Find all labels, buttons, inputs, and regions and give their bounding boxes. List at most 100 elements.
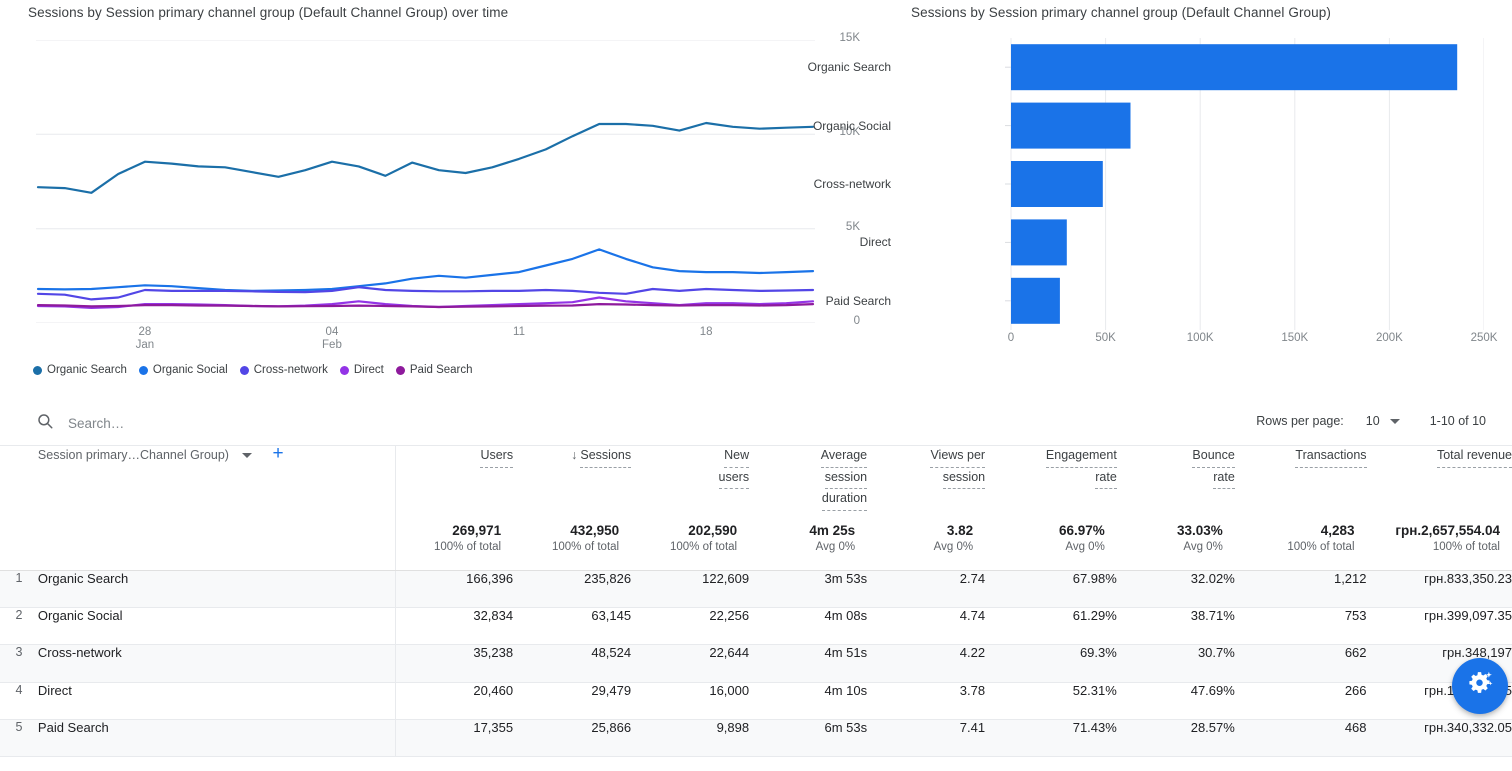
totals-cell: 3.82Avg 0%: [867, 523, 985, 570]
row-metric-value: 6m 53s: [749, 720, 867, 757]
row-metric-value: 4m 51s: [749, 645, 867, 682]
table-row[interactable]: 4Direct20,46029,47916,0004m 10s3.7852.31…: [0, 682, 1512, 719]
totals-cell: 269,971100% of total: [395, 523, 513, 570]
legend-label: Cross-network: [254, 364, 328, 376]
search-input[interactable]: [66, 415, 366, 432]
line-x-tick-label: 11: [489, 326, 549, 339]
line-chart-title: Sessions by Session primary channel grou…: [28, 5, 508, 20]
column-header-bounce-rate[interactable]: Bouncerate: [1117, 446, 1235, 523]
insights-fab-button[interactable]: [1452, 658, 1508, 714]
table-row[interactable]: 1Organic Search166,396235,826122,6093m 5…: [0, 570, 1512, 607]
dimension-selector[interactable]: Session primary…Channel Group): [38, 448, 252, 462]
totals-cell: 4,283100% of total: [1235, 523, 1367, 570]
bar-x-tick-label: 250K: [1454, 332, 1512, 344]
table-header-row: Session primary…Channel Group) + Users↓S…: [0, 446, 1512, 523]
row-metric-value: 9,898: [631, 720, 749, 757]
row-metric-value: 4m 10s: [749, 682, 867, 719]
column-header-average-session-duration[interactable]: Averagesessionduration: [749, 446, 867, 523]
totals-subtext: Avg 0%: [867, 538, 985, 556]
row-dimension-value[interactable]: Cross-network: [38, 645, 395, 682]
column-header-total-revenue[interactable]: Total revenue: [1367, 446, 1512, 523]
column-header-label: Bouncerate: [1192, 446, 1234, 489]
column-header-label: Newusers: [719, 446, 750, 489]
column-header-sessions[interactable]: ↓Sessions: [513, 446, 631, 523]
rows-per-page-label: Rows per page:: [1256, 414, 1344, 428]
legend-item[interactable]: Organic Search: [33, 364, 127, 376]
totals-value: грн.2,657,554.04: [1367, 523, 1512, 538]
table-row[interactable]: 3Cross-network35,23848,52422,6444m 51s4.…: [0, 645, 1512, 682]
totals-cell: грн.2,657,554.04100% of total: [1367, 523, 1512, 570]
totals-value: 4,283: [1235, 523, 1367, 538]
bar-x-tick-label: 50K: [1076, 332, 1136, 344]
search-box[interactable]: [36, 412, 366, 435]
row-metric-value: 16,000: [631, 682, 749, 719]
column-header-views-per-session[interactable]: Views persession: [867, 446, 985, 523]
totals-subtext: 100% of total: [1235, 538, 1367, 556]
row-metric-value: 753: [1235, 607, 1367, 644]
row-metric-value: 32,834: [395, 607, 513, 644]
row-metric-value: 61.29%: [985, 607, 1117, 644]
column-header-label: ↓Sessions: [571, 446, 631, 468]
row-metric-value: 235,826: [513, 570, 631, 607]
bar-chart-title: Sessions by Session primary channel grou…: [911, 5, 1331, 20]
row-metric-value: 22,256: [631, 607, 749, 644]
row-dimension-value[interactable]: Paid Search: [38, 720, 395, 757]
chevron-down-icon[interactable]: [242, 453, 252, 458]
rows-per-page-value[interactable]: 10: [1366, 414, 1380, 428]
line-x-tick-label: 28Jan: [115, 326, 175, 352]
legend-item[interactable]: Cross-network: [240, 364, 328, 376]
line-x-tick-label: 18: [676, 326, 736, 339]
table-row[interactable]: 2Organic Social32,83463,14522,2564m 08s4…: [0, 607, 1512, 644]
column-header-label: Views persession: [930, 446, 985, 489]
dimension-column-header: Session primary…Channel Group) +: [38, 446, 395, 523]
legend-item[interactable]: Direct: [340, 364, 384, 376]
column-header-label: Engagementrate: [1046, 446, 1117, 489]
column-header-new-users[interactable]: Newusers: [631, 446, 749, 523]
sessions-over-time-line-chart[interactable]: [36, 40, 815, 323]
bar-category-label: Organic Social: [701, 119, 901, 133]
column-header-users[interactable]: Users: [395, 446, 513, 523]
row-metric-value: 7.41: [867, 720, 985, 757]
legend-item[interactable]: Paid Search: [396, 364, 473, 376]
table-row[interactable]: 5Paid Search17,35525,8669,8986m 53s7.417…: [0, 720, 1512, 757]
row-metric-value: 28.57%: [1117, 720, 1235, 757]
totals-index-cell: [0, 523, 38, 570]
totals-value: 66.97%: [985, 523, 1117, 538]
row-dimension-value[interactable]: Direct: [38, 682, 395, 719]
bar-x-tick-label: 200K: [1359, 332, 1419, 344]
totals-value: 202,590: [631, 523, 749, 538]
totals-subtext: Avg 0%: [749, 538, 867, 556]
column-header-engagement-rate[interactable]: Engagementrate: [985, 446, 1117, 523]
column-header-transactions[interactable]: Transactions: [1235, 446, 1367, 523]
row-range-label: 1-10 of 10: [1430, 414, 1486, 428]
table-totals-row: 269,971100% of total432,950100% of total…: [0, 523, 1512, 570]
bar-category-label: Direct: [701, 235, 901, 249]
legend-color-dot: [396, 366, 405, 375]
row-metric-value: 3.78: [867, 682, 985, 719]
totals-cell: 66.97%Avg 0%: [985, 523, 1117, 570]
row-dimension-value[interactable]: Organic Social: [38, 607, 395, 644]
row-metric-value: 17,355: [395, 720, 513, 757]
totals-subtext: Avg 0%: [1117, 538, 1235, 556]
legend-color-dot: [139, 366, 148, 375]
row-metric-value: 4.74: [867, 607, 985, 644]
row-metric-value: 266: [1235, 682, 1367, 719]
row-metric-value: 35,238: [395, 645, 513, 682]
totals-value: 4m 25s: [749, 523, 867, 538]
chevron-down-icon[interactable]: [1390, 419, 1400, 424]
column-header-label: Transactions: [1295, 446, 1366, 468]
index-column-header: [0, 446, 38, 523]
row-metric-value: грн.833,350.23: [1367, 570, 1512, 607]
totals-subtext: 100% of total: [1367, 538, 1512, 556]
sort-arrow-icon: ↓: [571, 448, 577, 462]
row-metric-value: 20,460: [395, 682, 513, 719]
add-dimension-button[interactable]: +: [272, 443, 283, 464]
dimension-selector-label: Session primary…Channel Group): [38, 448, 229, 462]
row-metric-value: 52.31%: [985, 682, 1117, 719]
legend-item[interactable]: Organic Social: [139, 364, 228, 376]
row-dimension-value[interactable]: Organic Search: [38, 570, 395, 607]
totals-dimension-cell: [38, 523, 395, 570]
bar-category-label: Organic Search: [701, 60, 901, 74]
sessions-by-channel-bar-chart[interactable]: [911, 38, 1484, 330]
totals-cell: 33.03%Avg 0%: [1117, 523, 1235, 570]
